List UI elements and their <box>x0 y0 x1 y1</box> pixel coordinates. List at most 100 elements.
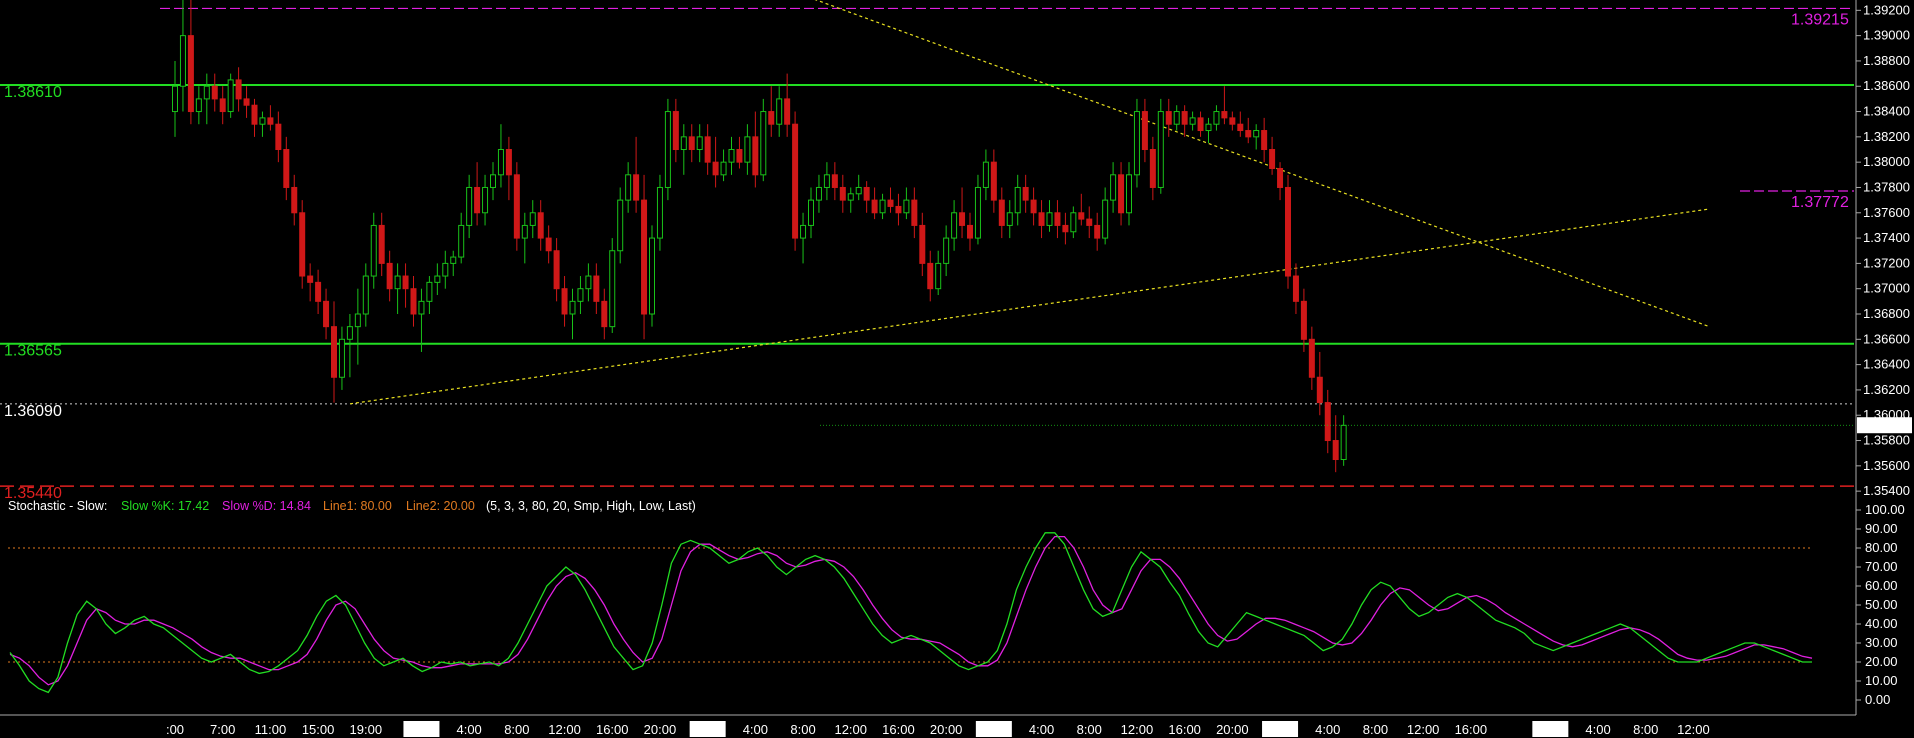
candle-body <box>1133 111 1140 176</box>
candle-body <box>291 186 298 214</box>
candle-body <box>1102 199 1109 239</box>
candle-body <box>959 212 966 226</box>
candle-body <box>529 212 536 226</box>
candle-body <box>760 111 767 176</box>
candle-body <box>641 199 648 315</box>
stoch-legend-line2: Line2: 20.00 <box>406 499 475 513</box>
stoch-tick-label: 90.00 <box>1865 521 1898 536</box>
candle-body <box>211 85 218 100</box>
candle-body <box>1173 111 1180 125</box>
candle-body <box>418 300 425 315</box>
candle-body <box>1157 111 1164 188</box>
time-label: 12:00 <box>1121 722 1154 737</box>
price-tick-label: 1.38000 <box>1863 154 1910 169</box>
candle-body <box>1030 199 1037 214</box>
price-tick-label: 1.38800 <box>1863 53 1910 68</box>
candle-body <box>728 149 735 163</box>
candle-body <box>227 79 234 113</box>
candle-body <box>1022 186 1029 201</box>
candle-body <box>577 288 584 302</box>
candle-body <box>505 149 512 176</box>
candle-body <box>1340 424 1347 461</box>
candle-body <box>1221 111 1228 119</box>
candle-body <box>951 212 958 239</box>
candle-body <box>1110 174 1117 201</box>
candle-body <box>664 111 671 188</box>
time-label: 8:00 <box>1363 722 1388 737</box>
stoch-legend-params: (5, 3, 3, 80, 20, Smp, High, Low, Last) <box>486 499 696 513</box>
stoch-tick-label: 70.00 <box>1865 559 1898 574</box>
candle-body <box>847 193 854 201</box>
candle-body <box>275 123 282 151</box>
time-label: 16:00 <box>1168 722 1201 737</box>
time-label: 12:00 <box>1677 722 1710 737</box>
time-label: 8:00 <box>790 722 815 737</box>
candle-body <box>1332 440 1339 461</box>
candle-body <box>680 136 687 151</box>
candle-body <box>1269 149 1276 169</box>
time-label: 11:00 <box>255 722 287 737</box>
price-tick-label: 1.39000 <box>1863 28 1910 43</box>
candle-body <box>513 174 520 239</box>
candle-body <box>1014 186 1021 214</box>
date-label: 11-2 <box>695 722 720 737</box>
candle-body <box>839 186 846 201</box>
candle-body <box>1237 123 1244 132</box>
candle-body <box>482 186 489 214</box>
candle-body <box>179 35 186 87</box>
candle-body <box>601 300 608 328</box>
candle-body <box>863 186 870 201</box>
candle-body <box>625 174 632 201</box>
candle-body <box>752 136 759 176</box>
stoch-tick-label: 30.00 <box>1865 635 1898 650</box>
candle-body <box>712 161 719 176</box>
date-label: 11-4 <box>1268 722 1293 737</box>
candle-body <box>1316 376 1323 404</box>
time-label: 20:00 <box>930 722 963 737</box>
candle-body <box>688 136 695 151</box>
price-tick-label: 1.38600 <box>1863 78 1910 93</box>
candle-body <box>784 98 791 125</box>
candle-body <box>990 161 997 201</box>
candle-body <box>831 174 838 188</box>
chart-canvas: 1.386101.365651.360901.354401.392151.377… <box>0 0 1914 738</box>
candle-body <box>1292 275 1299 302</box>
time-label: 20:00 <box>644 722 677 737</box>
candle-body <box>1094 224 1101 239</box>
price-tick-label: 1.37200 <box>1863 255 1910 270</box>
candle-body <box>974 186 981 239</box>
candle-body <box>569 300 576 315</box>
stoch-legend-d: Slow %D: 14.84 <box>222 499 311 513</box>
candle-body <box>219 98 226 113</box>
time-label: 16:00 <box>1455 722 1488 737</box>
price-tick-label: 1.35800 <box>1863 433 1910 448</box>
candle-body <box>172 85 178 113</box>
stoch-tick-label: 50.00 <box>1865 597 1898 612</box>
candle-body <box>649 237 655 315</box>
level-label: 1.36565 <box>4 343 62 360</box>
candle-body <box>354 313 361 328</box>
level-label: 1.38610 <box>4 84 62 101</box>
stoch-legend-line1: Line1: 80.00 <box>323 499 392 513</box>
candle-body <box>1149 149 1156 188</box>
candle-body <box>1038 212 1045 226</box>
price-tick-label: 1.36200 <box>1863 382 1910 397</box>
candle-body <box>267 117 274 125</box>
time-label: 4:00 <box>743 722 768 737</box>
candle-body <box>235 79 242 100</box>
price-tick-label: 1.36800 <box>1863 306 1910 321</box>
price-tick-label: 1.37000 <box>1863 281 1910 296</box>
candle-body <box>895 205 902 214</box>
candle-body <box>370 224 377 277</box>
candle-body <box>1245 130 1252 138</box>
candle-body <box>919 224 926 264</box>
time-label: 8:00 <box>1077 722 1102 737</box>
candle-body <box>768 111 775 125</box>
candle-body <box>1285 186 1291 277</box>
time-label: 4:00 <box>1029 722 1054 737</box>
candle-body <box>656 186 663 239</box>
stoch-tick-label: 10.00 <box>1865 673 1898 688</box>
candle-body <box>1054 212 1061 226</box>
candle-body <box>378 224 385 264</box>
candle-body <box>1261 130 1268 151</box>
